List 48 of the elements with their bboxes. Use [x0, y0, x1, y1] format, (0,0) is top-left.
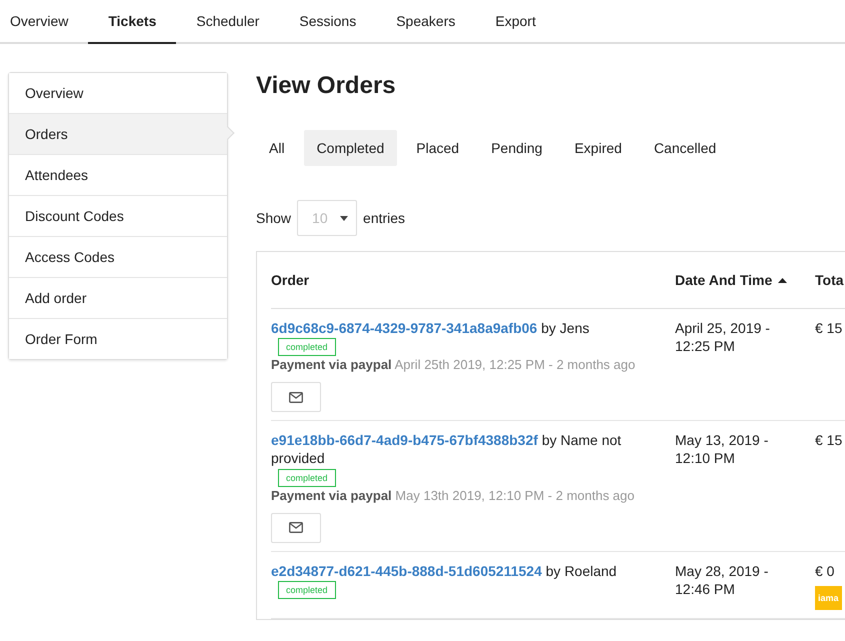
- filter-tab[interactable]: Placed: [403, 130, 472, 166]
- filter-tab[interactable]: Cancelled: [640, 130, 730, 166]
- order-id-link[interactable]: e2d34877-d621-445b-888d-51d605211524: [271, 562, 542, 579]
- nav-tab[interactable]: Export: [475, 0, 556, 44]
- order-heading: e91e18bb-66d7-4ad9-b475-67bf4388b32f by Name not provided: [271, 431, 622, 468]
- order-date: May 28, 2019 - 12:46 PM: [675, 562, 770, 599]
- order-heading: 6d9c68c9-6874-4329-9787-341a8a9afb06 by Jens: [271, 319, 590, 337]
- order-tag: iama: [815, 586, 842, 610]
- show-label: Show: [256, 210, 292, 226]
- nav-tab[interactable]: Sessions: [279, 0, 376, 44]
- status-badge: completed: [278, 580, 336, 599]
- sidebar-item[interactable]: Orders: [9, 113, 227, 154]
- sidebar-item[interactable]: Access Codes: [9, 236, 227, 277]
- status-badge: completed: [278, 338, 336, 356]
- mail-icon: [289, 392, 303, 403]
- sidebar-item[interactable]: Overview: [9, 73, 227, 113]
- mail-icon: [289, 522, 303, 534]
- payment-info: Payment via paypal April 25th 2019, 12:25 PM - 2 months ago: [271, 356, 636, 374]
- order-total: € 0: [815, 562, 836, 580]
- sidebar-item[interactable]: Add order: [9, 277, 227, 318]
- sidebar-item[interactable]: Order Form: [9, 318, 227, 359]
- filter-tab[interactable]: Completed: [304, 130, 398, 166]
- order-date: May 13, 2019 - 12:10 PM: [675, 431, 770, 468]
- column-header[interactable]: Order: [271, 272, 310, 288]
- order-total: € 15: [815, 319, 844, 337]
- filter-tab[interactable]: Expired: [561, 130, 635, 166]
- status-badge: completed: [278, 468, 336, 487]
- entries-label: entries: [363, 210, 406, 226]
- column-header[interactable]: Tota: [815, 272, 844, 288]
- sidebar-item[interactable]: Attendees: [9, 154, 227, 195]
- order-id-link[interactable]: e91e18bb-66d7-4ad9-b475-67bf4388b32f: [271, 432, 538, 448]
- nav-tab[interactable]: Overview: [0, 0, 88, 44]
- order-heading: e2d34877-d621-445b-888d-51d605211524 by Roeland: [271, 562, 618, 580]
- filter-tab[interactable]: Pending: [478, 130, 556, 166]
- caret-icon: [340, 216, 348, 220]
- page-title: View Orders: [256, 72, 397, 100]
- nav-tab[interactable]: Speakers: [376, 0, 476, 44]
- nav-tab[interactable]: Tickets: [88, 0, 176, 44]
- email-button[interactable]: [271, 512, 321, 543]
- filter-tab[interactable]: All: [256, 130, 298, 166]
- payment-info: Payment via paypal May 13th 2019, 12:10 PM - 2 months ago: [271, 486, 636, 505]
- column-header[interactable]: Date And Time: [675, 272, 772, 288]
- order-total: € 15: [815, 431, 844, 450]
- order-date: April 25, 2019 - 12:25 PM: [675, 319, 771, 356]
- sidebar-item[interactable]: Discount Codes: [9, 195, 227, 236]
- email-button[interactable]: [271, 382, 321, 412]
- order-id-link[interactable]: 6d9c68c9-6874-4329-9787-341a8a9afb06: [271, 320, 538, 336]
- nav-tab[interactable]: Scheduler: [176, 0, 280, 44]
